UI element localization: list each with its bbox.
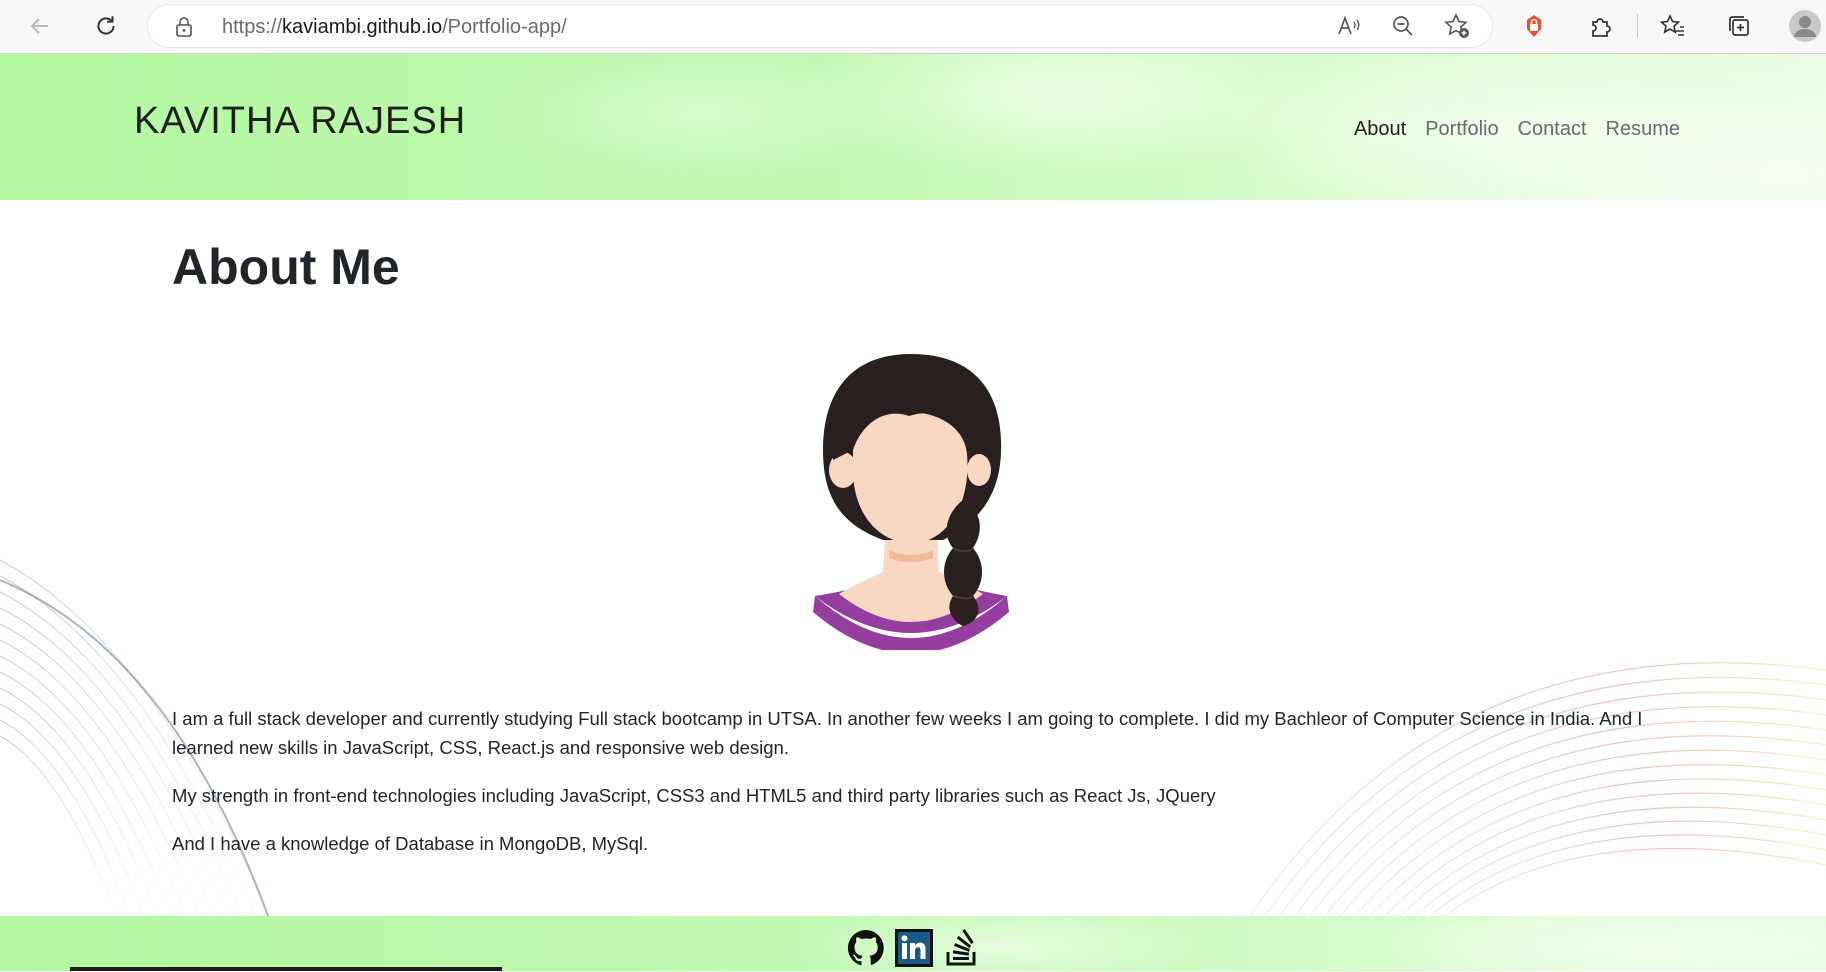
extensions-icon[interactable] (1584, 9, 1618, 43)
add-favorite-icon[interactable] (1440, 9, 1474, 43)
nav-resume[interactable]: Resume (1606, 118, 1680, 141)
bio-paragraph: My strength in front-end technologies in… (172, 785, 1216, 806)
site-header: KAVITHA RAJESH About Portfolio Contact R… (0, 54, 1826, 200)
back-arrow-icon[interactable] (22, 8, 58, 44)
nav-portfolio[interactable]: Portfolio (1425, 118, 1498, 141)
linkedin-icon[interactable] (894, 928, 934, 968)
female-avatar-illustration (813, 354, 1009, 650)
collections-icon[interactable] (1722, 9, 1756, 43)
site-footer (0, 916, 1826, 971)
favorites-icon[interactable] (1656, 9, 1690, 43)
lock-icon[interactable] (174, 16, 194, 42)
main-nav: About Portfolio Contact Resume (1354, 118, 1680, 141)
url-path: /Portfolio-app/ (442, 16, 567, 38)
url-text[interactable]: https://kaviambi.github.io/Portfolio-app… (222, 16, 567, 39)
about-section: About Me I am a full stack developer and… (0, 200, 1826, 916)
bio-paragraph: And I have a knowledge of Database in Mo… (172, 833, 649, 854)
browser-toolbar: https://kaviambi.github.io/Portfolio-app… (0, 0, 1826, 54)
nav-contact[interactable]: Contact (1518, 118, 1587, 141)
zoom-out-icon[interactable] (1386, 9, 1420, 43)
address-bar[interactable]: https://kaviambi.github.io/Portfolio-app… (148, 5, 1492, 47)
url-host: kaviambi.github.io (282, 16, 443, 38)
bio-text: I am a full stack developer and currentl… (172, 704, 1672, 877)
github-icon[interactable] (846, 928, 886, 968)
stackoverflow-icon[interactable] (942, 928, 982, 968)
taskbar-edge (70, 967, 502, 971)
profile-avatar-icon[interactable] (1788, 9, 1822, 43)
refresh-icon[interactable] (88, 8, 124, 44)
social-links (846, 928, 982, 968)
page-title: About Me (172, 239, 400, 295)
nav-about[interactable]: About (1354, 118, 1406, 141)
extension-red-icon[interactable] (1517, 9, 1551, 43)
read-aloud-icon[interactable] (1332, 9, 1366, 43)
site-brand[interactable]: KAVITHA RAJESH (134, 100, 466, 143)
url-prefix: https:// (222, 16, 283, 38)
bio-paragraph: I am a full stack developer and currentl… (172, 708, 1643, 758)
